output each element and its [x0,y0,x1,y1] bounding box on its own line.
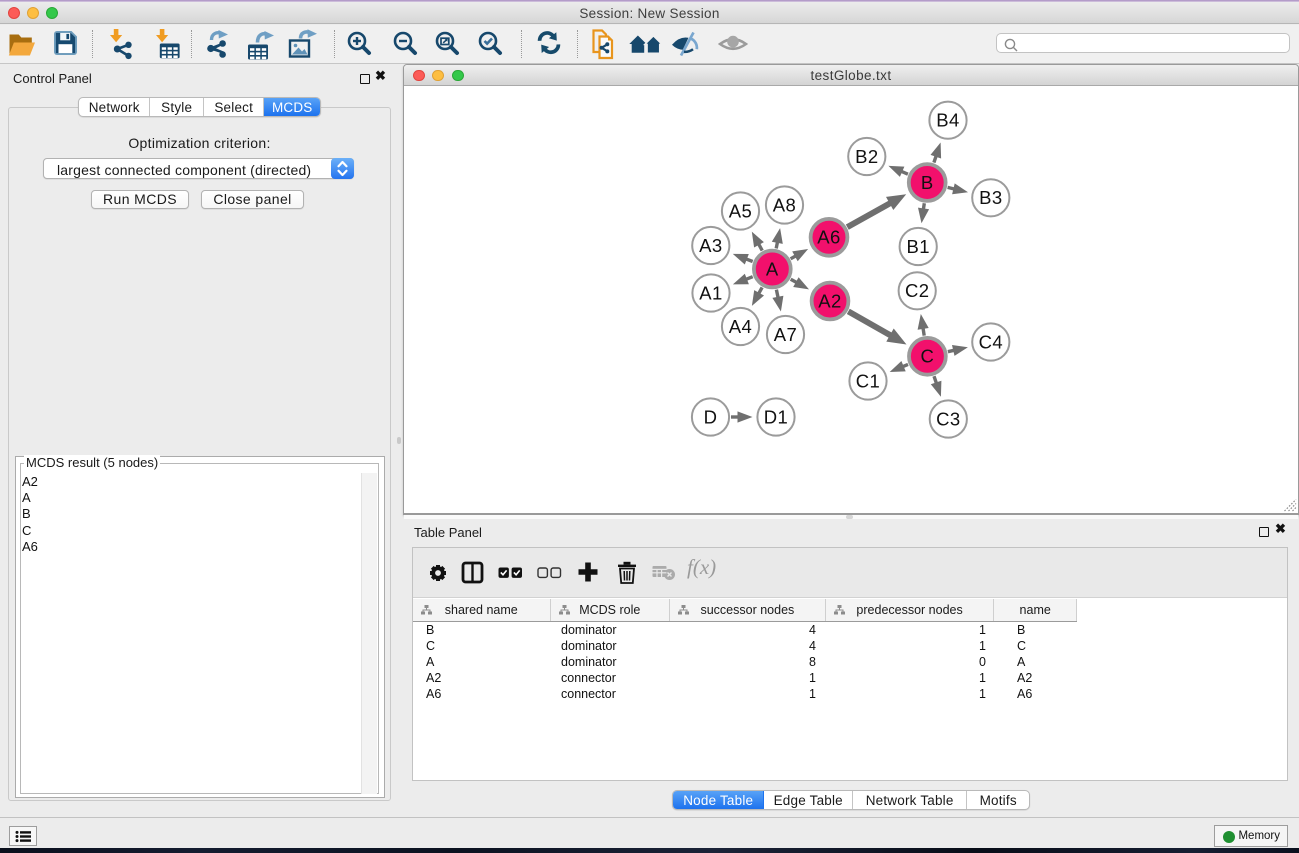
svg-text:A7: A7 [774,324,797,345]
svg-text:A: A [766,258,779,279]
svg-text:B1: B1 [906,236,929,257]
svg-text:B: B [921,172,934,193]
svg-text:B2: B2 [855,146,878,167]
svg-text:C1: C1 [856,370,880,391]
svg-text:D: D [704,406,718,427]
svg-text:A8: A8 [773,194,796,215]
svg-text:A4: A4 [729,316,752,337]
svg-text:A2: A2 [818,290,841,311]
svg-text:C2: C2 [905,280,929,301]
svg-text:C3: C3 [936,408,960,429]
svg-text:B3: B3 [979,187,1002,208]
svg-text:A1: A1 [699,282,722,303]
svg-text:C: C [921,346,935,367]
svg-text:A6: A6 [817,227,840,248]
svg-text:A3: A3 [699,235,722,256]
svg-text:C4: C4 [979,331,1003,352]
svg-text:A5: A5 [729,200,752,221]
svg-text:B4: B4 [936,110,959,131]
svg-text:D1: D1 [764,406,788,427]
